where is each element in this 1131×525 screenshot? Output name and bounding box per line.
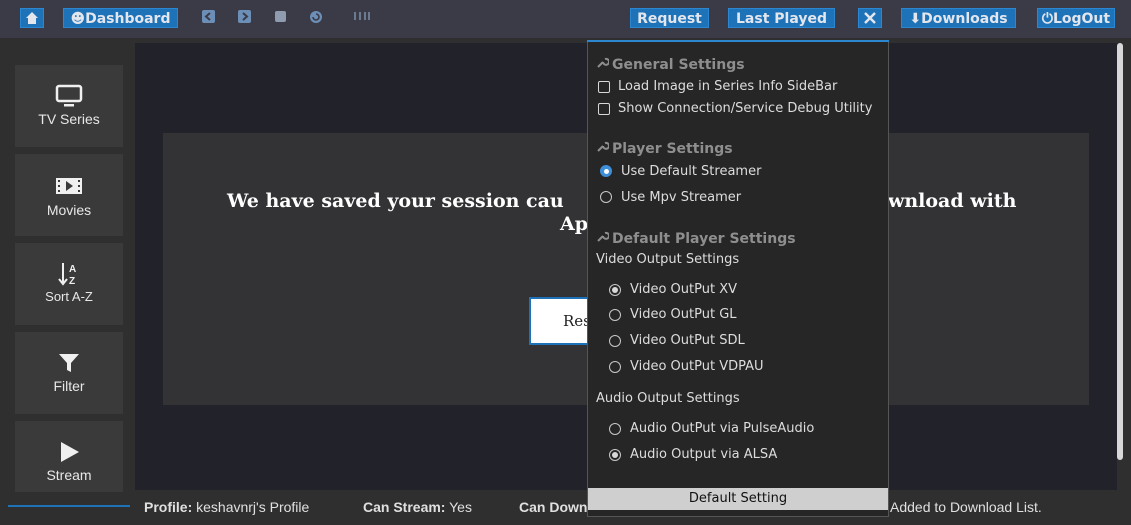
show-debug-label[interactable]: Show Connection/Service Debug Utility [618,101,872,117]
video-sdl-label[interactable]: Video OutPut SDL [630,333,745,349]
load-image-label[interactable]: Load Image in Series Info SideBar [618,79,837,95]
session-message-line1: We have saved your session cau [227,190,564,212]
video-gl-radio[interactable] [609,309,621,321]
request-button[interactable]: Request [630,8,709,28]
use-mpv-streamer-radio[interactable] [600,191,612,203]
forward-icon[interactable] [237,10,251,24]
downloads-button[interactable]: ⬇Downloads [901,8,1016,28]
video-vdpau-label[interactable]: Video OutPut VDPAU [630,359,764,375]
video-xv-radio[interactable] [609,284,621,296]
sidebar-item-label: TV Series [38,111,100,127]
default-player-settings-header: Default Player Settings [596,230,796,247]
play-icon [61,442,79,462]
sidebar-item-movies[interactable]: Movies [15,154,123,236]
wrench-icon [596,56,612,73]
home-icon [26,12,38,24]
film-icon [56,178,82,194]
audio-pulse-label[interactable]: Audio OutPut via PulseAudio [630,421,814,437]
logout-button[interactable]: ⏻LogOut [1037,8,1115,28]
can-stream-value: Yes [449,499,472,515]
filter-icon [59,354,79,372]
use-mpv-streamer-label[interactable]: Use Mpv Streamer [621,190,741,206]
grid-icon[interactable] [352,10,372,24]
audio-alsa-radio[interactable] [609,449,621,461]
sort-az-icon: AZ [58,263,76,287]
wrench-icon [596,230,612,247]
refresh-icon[interactable] [309,10,323,24]
video-output-settings-label: Video Output Settings [596,252,740,267]
back-icon[interactable] [201,10,215,24]
tools-icon [864,12,876,24]
player-settings-header: Player Settings [596,140,733,157]
status-underline [8,505,130,507]
sidebar-item-label: Filter [53,378,85,394]
show-debug-checkbox[interactable] [598,103,610,115]
monitor-icon [55,84,83,107]
general-settings-header: General Settings [596,56,745,73]
video-xv-label[interactable]: Video OutPut XV [630,282,737,298]
load-image-checkbox[interactable] [598,81,610,93]
dashboard-button[interactable]: ☻Dashboard [63,8,178,28]
default-setting-button[interactable]: Default Setting [588,488,888,510]
download-status-text: Added to Download List. [890,499,1042,515]
audio-output-settings-label: Audio Output Settings [596,391,740,406]
sidebar-item-label: Stream [46,467,92,483]
scrollbar[interactable] [1117,43,1123,460]
sidebar-item-tv-series[interactable]: TV Series [15,65,123,147]
can-stream-label: Can Stream: [363,499,446,515]
settings-button[interactable] [858,8,882,28]
home-button[interactable] [20,8,44,28]
video-sdl-radio[interactable] [609,335,621,347]
sidebar-item-stream[interactable]: Stream [15,421,123,503]
audio-pulse-radio[interactable] [609,423,621,435]
menu-accent-line [587,40,889,42]
settings-menu: General Settings Load Image in Series In… [587,40,889,517]
svg-text:A: A [69,264,76,275]
session-message-line1-tail: wnload with [888,190,1017,212]
profile-value: keshavnrj's Profile [196,499,310,515]
use-default-streamer-label[interactable]: Use Default Streamer [621,164,761,180]
session-message-line2: Ap [560,213,589,235]
sidebar-item-label: Movies [46,202,92,218]
use-default-streamer-radio[interactable] [600,165,612,177]
top-toolbar: ☻Dashboard Request Last Played ⬇Download… [0,0,1131,38]
wrench-icon [596,140,612,157]
can-download-label: Can Down [519,499,588,515]
sidebar-item-label: Sort A-Z [45,289,93,304]
status-bar: Profile: keshavnrj's Profile Can Stream:… [0,492,1131,525]
sidebar-item-filter[interactable]: Filter [15,332,123,414]
svg-text:Z: Z [69,276,75,287]
video-vdpau-radio[interactable] [609,361,621,373]
last-played-button[interactable]: Last Played [728,8,835,28]
audio-alsa-label[interactable]: Audio Output via ALSA [630,447,777,463]
profile-label: Profile: [144,499,193,515]
video-gl-label[interactable]: Video OutPut GL [630,307,737,323]
sidebar-item-sort-az[interactable]: AZ Sort A-Z [15,243,123,325]
stop-icon[interactable] [273,10,287,24]
